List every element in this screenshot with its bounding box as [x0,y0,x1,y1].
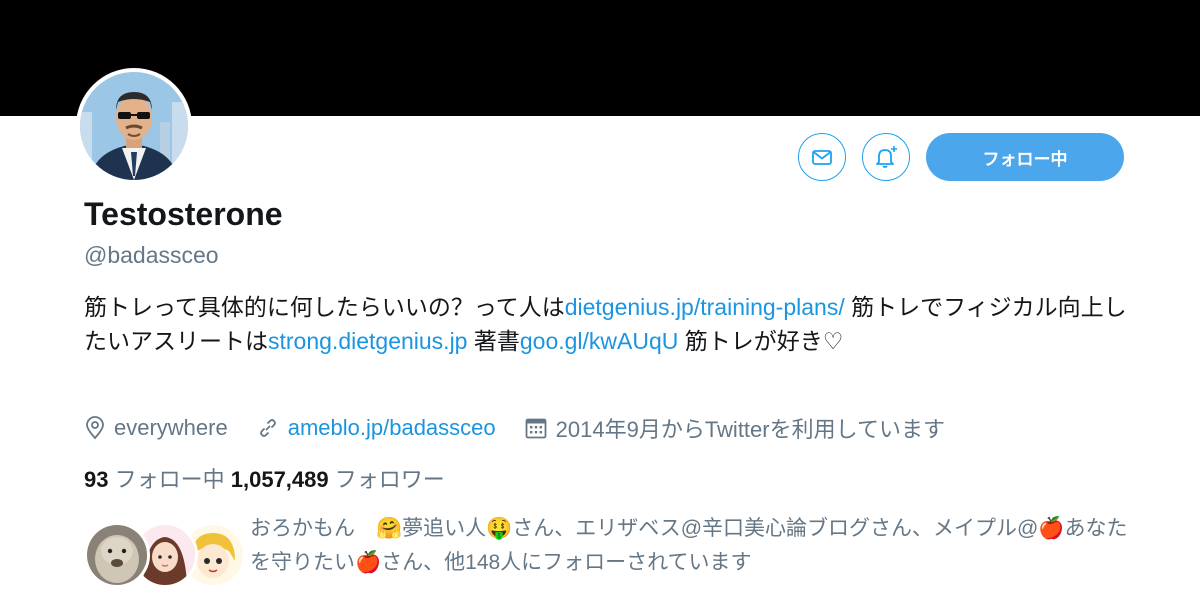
location-text: everywhere [114,415,228,440]
avatar-image [80,72,188,180]
profile-avatar[interactable] [76,68,192,184]
profile-name: Testosterone [84,196,283,232]
location: everywhere [84,415,228,441]
bio-text: 筋トレって具体的に何したらいいの？って人は [84,294,565,320]
following-label: フォロー中 [114,467,225,492]
website-link[interactable]: ameblo.jp/badassceo [288,415,496,441]
bio-link-strong[interactable]: strong.dietgenius.jp [268,328,467,354]
envelope-icon [812,150,832,165]
bio-text: 筋トレが好き♡ [678,328,844,354]
following-stat[interactable]: 93 フォロー中 [84,467,225,492]
follower-avatar[interactable] [84,522,150,588]
website: ameblo.jp/badassceo [256,415,496,441]
following-button[interactable]: フォロー中 [926,133,1124,181]
location-pin-icon [84,416,106,440]
message-button[interactable] [798,133,846,181]
calendar-icon [524,416,548,440]
following-count: 93 [84,467,109,492]
followers-label: フォロワー [334,467,445,492]
profile-handle: @badassceo [84,242,219,268]
link-icon [256,416,280,440]
join-date: 2014年9月からTwitterを利用しています [524,412,945,444]
profile-meta: everywhere ameblo.jp/badassceo 2014年9月から… [84,412,973,444]
followers-count: 1,057,489 [230,467,329,492]
profile-stats: 93 フォロー中 1,057,489 フォロワー [84,462,445,494]
followed-by-text[interactable]: おろかもん 🤗夢追い人🤑さん、エリザベス@辛口美心論ブログさん、メイプル@🍎あな… [250,512,1140,580]
join-date-text: 2014年9月からTwitterを利用しています [555,417,945,442]
bio-link-book[interactable]: goo.gl/kwAUqU [520,328,679,354]
bio-text: 著書 [467,328,520,354]
bio-link-training-plans[interactable]: dietgenius.jp/training-plans/ [565,294,845,320]
bell-plus-icon [876,146,897,168]
profile-bio: 筋トレって具体的に何したらいいの？って人はdietgenius.jp/train… [84,290,1144,358]
followers-stat[interactable]: 1,057,489 フォロワー [231,467,445,492]
notifications-button[interactable] [862,133,910,181]
